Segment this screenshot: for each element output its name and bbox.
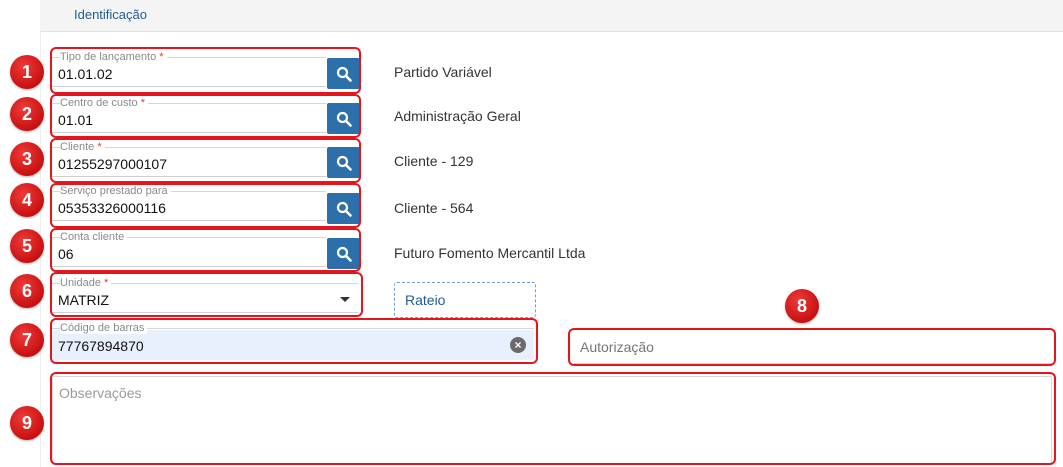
field-label: Unidade * xyxy=(60,277,112,289)
unidade-select[interactable]: Unidade * MATRIZ xyxy=(52,277,358,313)
tipo-lancamento-description: Partido Variável xyxy=(394,64,492,80)
autorizacao-input[interactable] xyxy=(574,330,1052,364)
field-value[interactable]: 01255297000107 xyxy=(58,156,167,172)
annotation-badge: 1 xyxy=(10,55,44,89)
field-border xyxy=(52,132,326,133)
conta-cliente-description: Futuro Fomento Mercantil Ltda xyxy=(394,245,586,261)
field-value[interactable]: 06 xyxy=(58,246,74,262)
field-label: Serviço prestado para xyxy=(60,185,171,197)
conta-cliente-field[interactable]: Conta cliente 06 xyxy=(52,231,326,267)
field-border xyxy=(52,86,326,87)
annotation-badge: 3 xyxy=(10,142,44,176)
observacoes-placeholder: Observações xyxy=(59,385,142,401)
centro-custo-description: Administração Geral xyxy=(394,108,521,124)
servico-prestado-field[interactable]: Serviço prestado para 05353326000116 xyxy=(52,185,326,221)
annotation-badge: 6 xyxy=(10,274,44,308)
annotation-badge: 8 xyxy=(785,289,819,323)
annotation-badge: 4 xyxy=(10,183,44,217)
search-button[interactable] xyxy=(327,238,360,269)
rateio-button[interactable]: Rateio xyxy=(394,282,536,318)
search-icon xyxy=(336,246,352,262)
centro-custo-field[interactable]: Centro de custo * 01.01 xyxy=(52,97,326,133)
field-value[interactable]: MATRIZ xyxy=(58,292,109,308)
field-border xyxy=(52,312,358,313)
field-label: Código de barras xyxy=(60,322,148,334)
annotation-badge: 7 xyxy=(10,323,44,357)
cliente-description: Cliente - 129 xyxy=(394,153,474,169)
servico-prestado-description: Cliente - 564 xyxy=(394,200,474,216)
tipo-lancamento-field[interactable]: Tipo de lançamento * 01.01.02 xyxy=(52,51,326,87)
search-button[interactable] xyxy=(327,58,360,89)
cliente-field[interactable]: Cliente * 01255297000107 xyxy=(52,141,326,177)
annotation-badge: 9 xyxy=(10,406,44,440)
field-value[interactable]: 77767894870 xyxy=(58,338,144,354)
field-border xyxy=(52,220,326,221)
header-bar xyxy=(40,0,1063,32)
search-icon xyxy=(336,111,352,127)
annotation-badge: 5 xyxy=(10,229,44,263)
observacoes-textarea[interactable]: Observações xyxy=(52,376,1052,464)
search-icon xyxy=(336,155,352,171)
field-border xyxy=(52,266,326,267)
tab-identificacao[interactable]: Identificação xyxy=(74,7,147,22)
codigo-barras-field[interactable]: Código de barras 77767894870 xyxy=(52,322,534,358)
field-label: Conta cliente xyxy=(60,231,128,243)
field-label: Centro de custo * xyxy=(60,97,148,109)
field-value[interactable]: 01.01.02 xyxy=(58,66,113,82)
annotation-badge: 2 xyxy=(10,97,44,131)
search-button[interactable] xyxy=(327,193,360,224)
field-label: Cliente * xyxy=(60,141,105,153)
clear-icon[interactable]: × xyxy=(510,337,526,353)
field-border xyxy=(52,176,326,177)
search-button[interactable] xyxy=(327,147,360,178)
chevron-down-icon[interactable] xyxy=(340,297,350,302)
field-value[interactable]: 01.01 xyxy=(58,112,93,128)
search-button[interactable] xyxy=(327,103,360,134)
search-icon xyxy=(336,66,352,82)
search-icon xyxy=(336,201,352,217)
field-label: Tipo de lançamento * xyxy=(60,51,167,63)
field-value[interactable]: 05353326000116 xyxy=(58,200,166,216)
